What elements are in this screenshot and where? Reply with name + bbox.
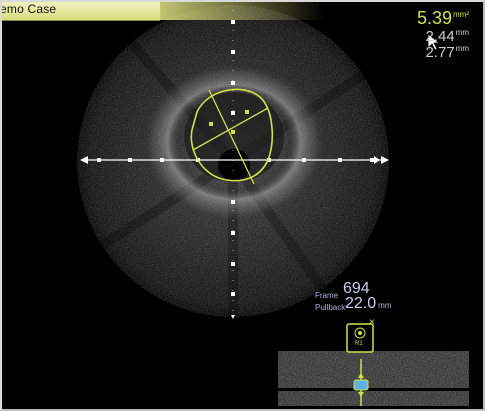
ivus-canvas: [72, 2, 469, 406]
lumen-area-readout: 5.39mm²: [417, 8, 469, 29]
ivus-viewer: emo Case 5.39mm² 2.44mm 2.77mm Frame 694…: [0, 0, 485, 411]
pullback-value-group: 22.0 mm: [345, 295, 391, 313]
case-title: emo Case: [0, 2, 57, 16]
marker-r1[interactable]: [346, 323, 374, 353]
longitudinal-view[interactable]: [278, 351, 469, 406]
frame-label: Frame: [315, 291, 339, 300]
max-diameter-readout: 2.77mm: [425, 44, 469, 61]
area-value: 5.39: [416, 8, 452, 28]
diameter-1-unit: mm: [455, 28, 469, 37]
pullback-unit: mm: [378, 301, 392, 310]
diameter-2-value: 2.77: [425, 44, 455, 61]
banner-fade: [160, 2, 325, 20]
case-title-banner: emo Case: [0, 2, 160, 21]
diameter-2-unit: mm: [455, 44, 469, 53]
close-icon[interactable]: ×: [369, 318, 375, 328]
pullback-label: Pullback: [315, 303, 346, 312]
diameter-1-value: 2.44: [425, 28, 455, 45]
area-unit: mm²: [453, 10, 469, 19]
pullback-value: 22.0: [345, 295, 377, 312]
marker-label: R1: [355, 341, 363, 347]
ivus-image[interactable]: [72, 2, 402, 322]
min-diameter-readout: 2.44mm: [425, 28, 469, 45]
